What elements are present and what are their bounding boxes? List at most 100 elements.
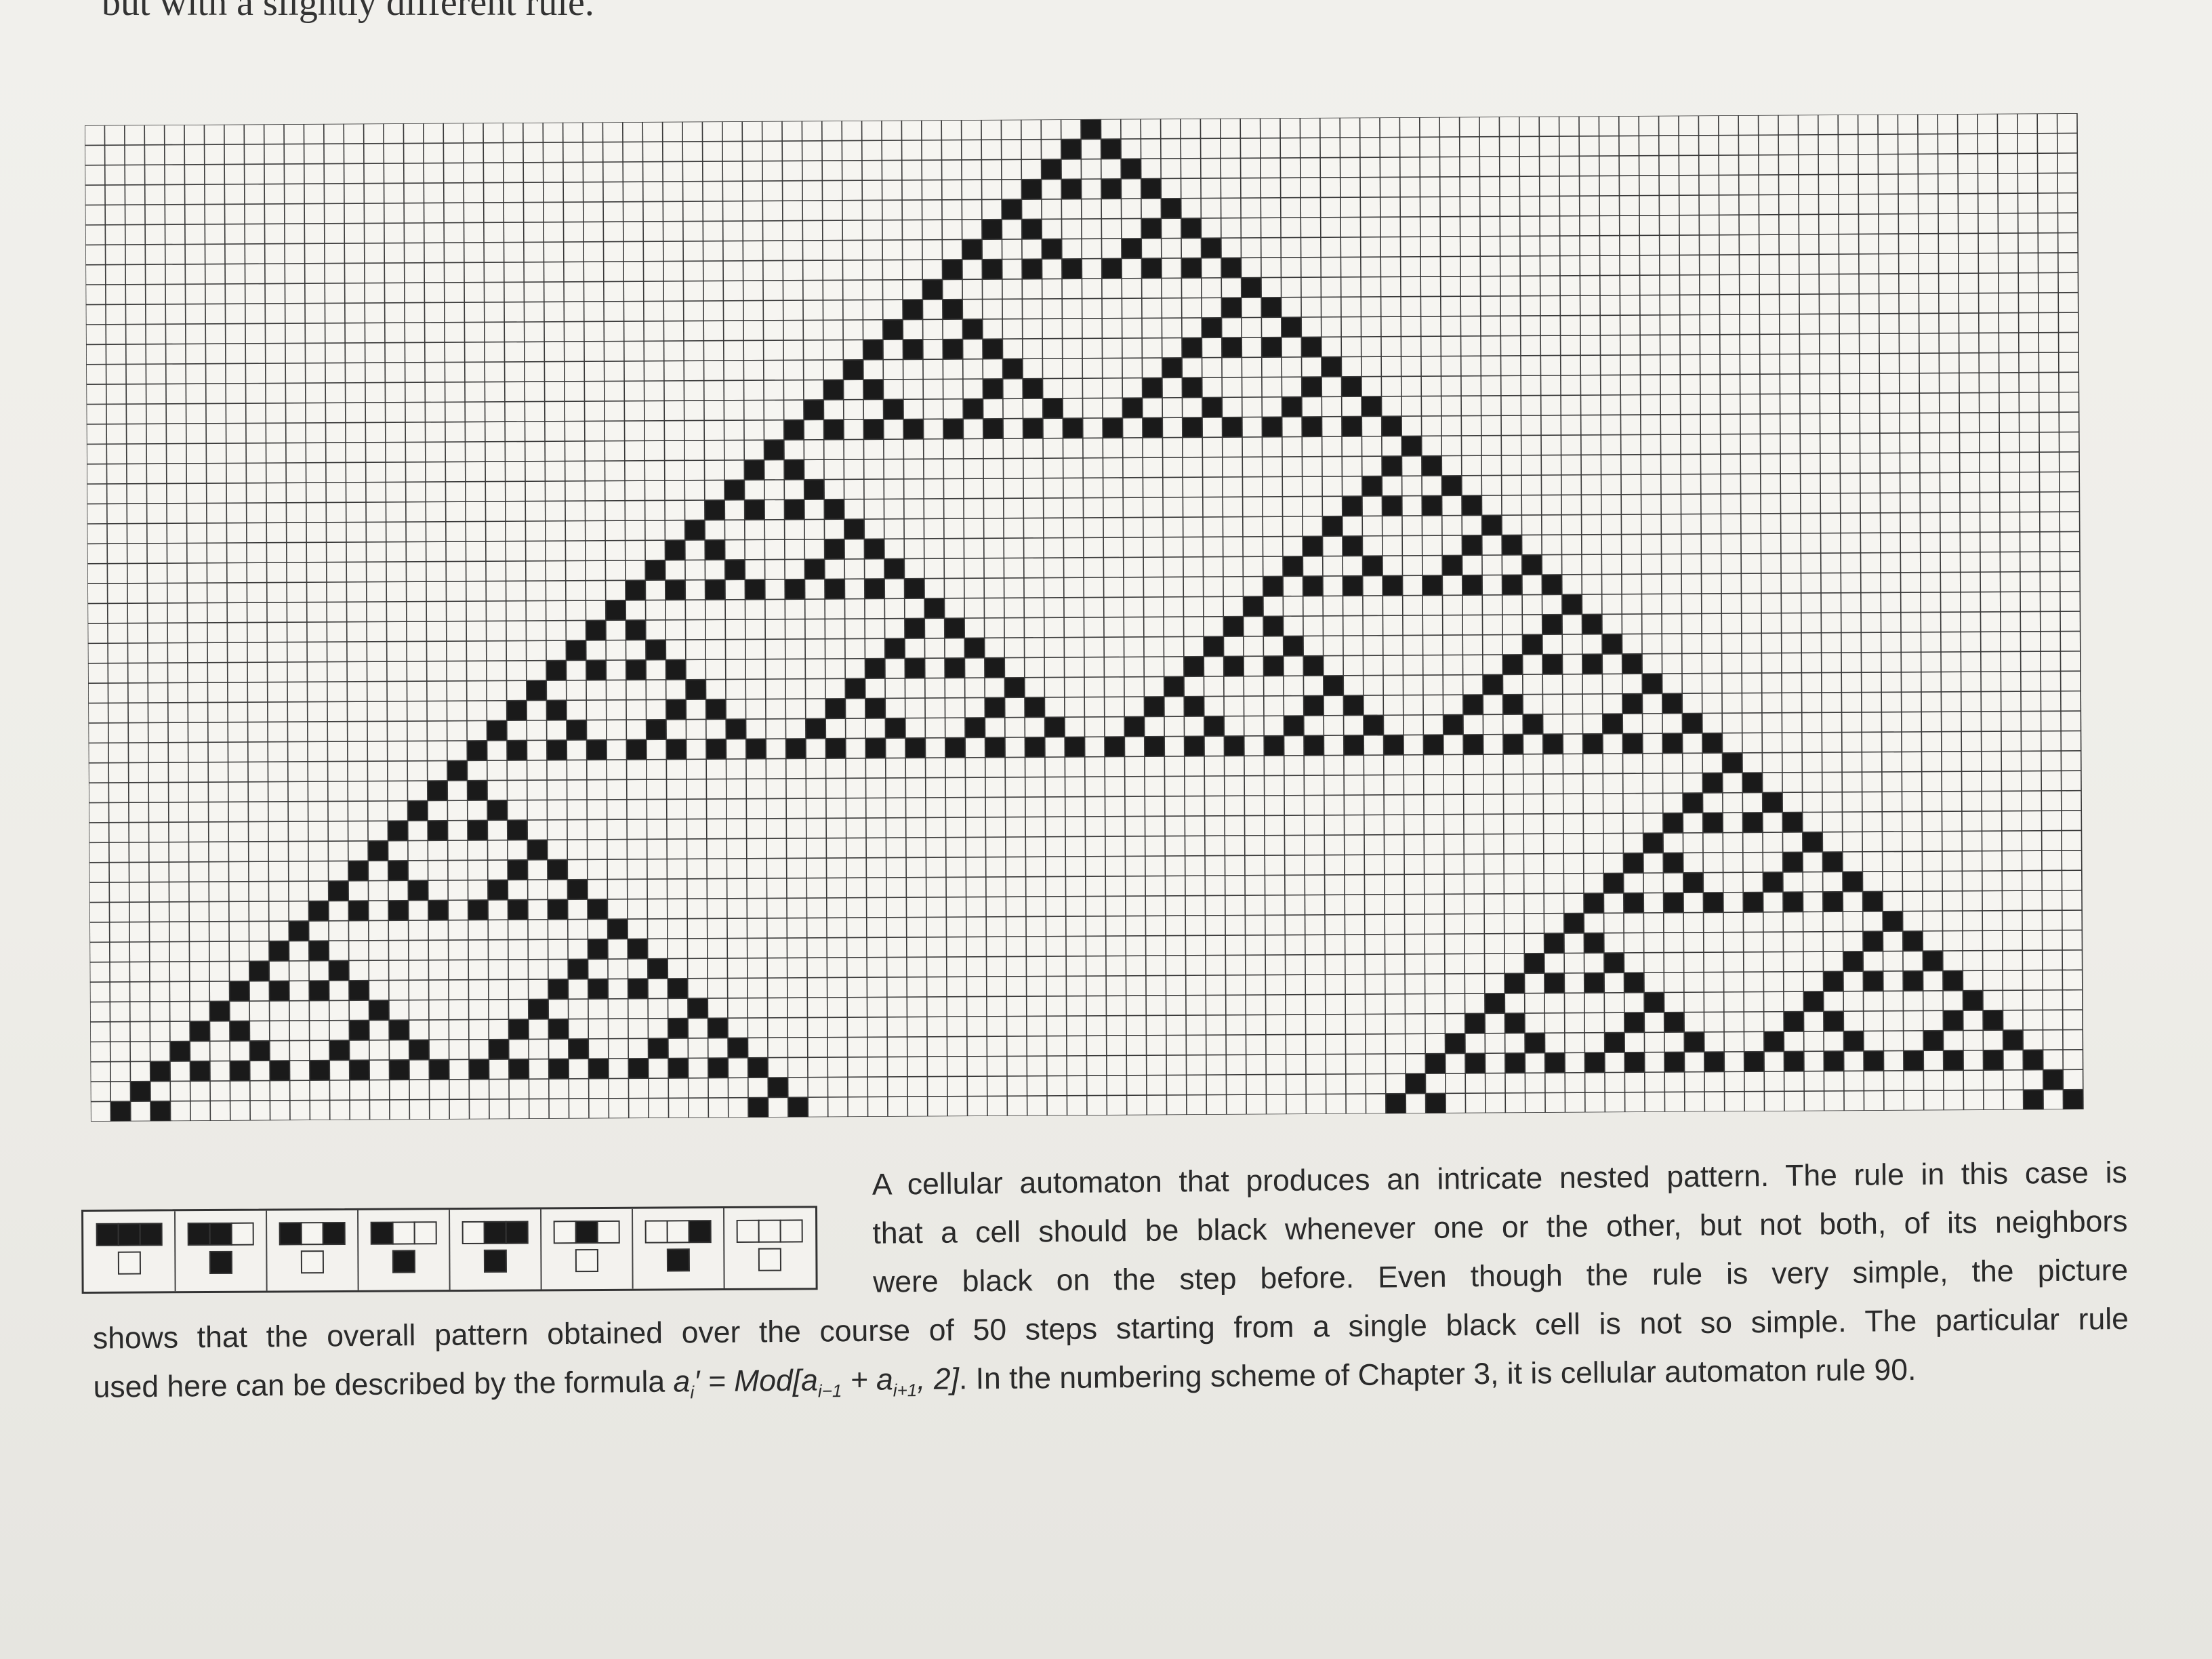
black-cell (924, 598, 945, 619)
black-cell (1521, 554, 1542, 575)
black-cell (349, 1060, 370, 1080)
rule-icon (187, 1222, 254, 1275)
black-cell (1303, 655, 1324, 676)
black-cell (884, 638, 905, 659)
black-cell (902, 300, 923, 320)
black-cell (1502, 535, 1522, 556)
black-cell (1361, 396, 1382, 417)
rule-icon (279, 1221, 346, 1274)
black-cell (645, 560, 665, 581)
black-cell (1182, 377, 1202, 398)
black-cell (468, 899, 489, 920)
black-cell (1303, 576, 1324, 596)
result-cell (117, 1251, 142, 1275)
black-cell (744, 459, 764, 480)
black-cell (805, 718, 826, 739)
black-cell (1361, 476, 1382, 497)
black-cell (985, 697, 1005, 718)
black-cell (1642, 673, 1662, 694)
black-cell (1044, 717, 1065, 737)
black-cell (1624, 972, 1645, 993)
black-cell (389, 1059, 410, 1080)
black-cell (2063, 1089, 2083, 1110)
result-cell (758, 1248, 781, 1271)
black-cell (1341, 416, 1362, 437)
neighborhood-black-cell (322, 1221, 346, 1246)
black-cell (922, 279, 943, 300)
black-cell (945, 737, 966, 758)
black-cell (883, 399, 904, 419)
black-cell (1923, 1030, 1944, 1051)
black-cell (1101, 178, 1122, 199)
black-cell (1742, 773, 1763, 793)
black-cell (289, 921, 309, 941)
black-cell (1021, 179, 1042, 200)
black-cell (668, 978, 688, 999)
neighborhood-white-cell (736, 1219, 760, 1243)
black-cell (1301, 337, 1322, 357)
black-cell (169, 1041, 190, 1062)
caption-text: used here can be described by the formul… (93, 1365, 665, 1404)
black-cell (864, 579, 885, 599)
icon-divider (266, 1210, 268, 1291)
black-cell (328, 880, 349, 901)
neighborhood-white-cell (758, 1219, 781, 1243)
black-cell (1983, 1010, 2003, 1031)
black-cell (1762, 792, 1783, 813)
black-cell (964, 717, 985, 738)
black-cell (1284, 716, 1304, 736)
black-cell (1261, 337, 1282, 358)
black-cell (508, 1019, 529, 1040)
black-cell (1103, 417, 1123, 438)
black-cell (1302, 416, 1322, 437)
black-cell (1622, 693, 1643, 714)
black-cell (568, 959, 588, 979)
black-cell (1782, 852, 1803, 872)
black-cell (348, 861, 369, 881)
black-cell (1405, 1073, 1426, 1094)
black-cell (1782, 892, 1803, 912)
black-cell (349, 1020, 369, 1041)
black-cell (469, 1059, 489, 1080)
black-cell (1223, 656, 1244, 676)
black-cell (686, 679, 706, 700)
black-cell (1963, 990, 1984, 1011)
black-cell (1221, 298, 1242, 318)
black-cell (1401, 436, 1422, 456)
black-cell (1482, 674, 1503, 695)
black-cell (1263, 656, 1284, 676)
black-cell (1584, 972, 1605, 994)
black-cell (905, 658, 925, 678)
black-cell (1221, 337, 1242, 358)
black-cell (507, 820, 528, 840)
black-cell (348, 901, 369, 921)
black-cell (747, 1057, 769, 1078)
neighborhood-white-cell (596, 1220, 620, 1244)
black-cell (1343, 695, 1364, 716)
black-cell (1622, 653, 1643, 674)
black-cell (429, 1059, 449, 1080)
black-cell (1425, 1053, 1446, 1074)
black-cell (229, 981, 250, 1002)
black-cell (548, 1059, 569, 1080)
black-cell (1065, 737, 1085, 757)
black-cell (1184, 736, 1205, 756)
black-cell (1121, 159, 1141, 179)
black-cell (428, 820, 448, 841)
black-cell (684, 520, 705, 541)
black-cell (1141, 218, 1162, 239)
neighborhood-white-cell (300, 1222, 324, 1246)
black-cell (527, 840, 548, 860)
black-cell (130, 1081, 150, 1102)
black-cell (1943, 1050, 1964, 1071)
black-cell (1262, 417, 1282, 437)
rule-icon (96, 1223, 163, 1275)
result-cell (209, 1250, 232, 1275)
black-cell (1343, 575, 1363, 596)
black-cell (308, 901, 329, 922)
black-cell (903, 339, 923, 360)
black-cell (447, 760, 468, 781)
neighborhood-white-cell (413, 1221, 437, 1245)
black-cell (607, 919, 628, 939)
black-cell (1282, 556, 1303, 577)
